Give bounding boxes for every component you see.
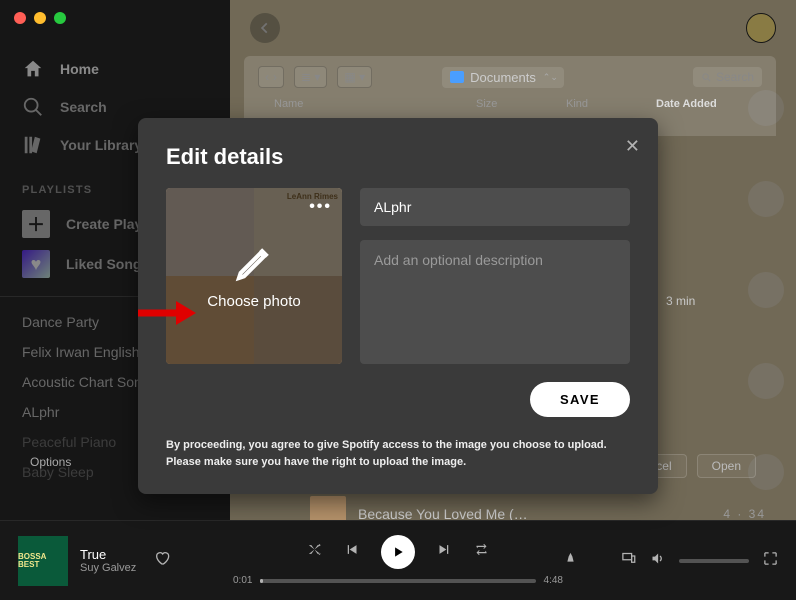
col-date-added[interactable]: Date Added (656, 98, 746, 110)
player-bar: BOSSA BEST True Suy Galvez 0:01 4:48 (0, 520, 796, 600)
devices-button[interactable] (621, 551, 636, 571)
close-icon[interactable]: ✕ (625, 136, 640, 157)
playlist-description-input[interactable] (360, 240, 630, 364)
folder-icon (450, 71, 464, 83)
playback-controls: 0:01 4:48 (233, 535, 563, 586)
repeat-button[interactable] (474, 542, 489, 562)
search-placeholder: Search (716, 70, 754, 84)
now-playing-artist[interactable]: Suy Galvez (80, 562, 136, 574)
playlist-name-input[interactable] (360, 188, 630, 226)
track-duration: 4 · 34 (723, 507, 766, 521)
now-playing-title[interactable]: True (80, 547, 136, 562)
duration-hint: 3 min (666, 294, 695, 308)
open-button[interactable]: Open (697, 454, 756, 478)
folder-select[interactable]: Documents ⌃⌄ (442, 67, 564, 88)
volume-slider[interactable] (679, 559, 749, 563)
next-button[interactable] (437, 542, 452, 562)
col-kind[interactable]: Kind (566, 98, 646, 110)
player-options (563, 551, 778, 571)
playlist-cover[interactable]: ••• Choose photo (166, 188, 342, 364)
col-name[interactable]: Name (274, 98, 466, 110)
choose-photo-label: Choose photo (207, 293, 300, 310)
file-search-input[interactable]: Search (693, 67, 762, 87)
volume-button[interactable] (650, 551, 665, 571)
close-window-icon[interactable] (14, 12, 26, 24)
view-grid-dropdown[interactable]: ▦ ▾ (337, 66, 372, 88)
maximize-window-icon[interactable] (54, 12, 66, 24)
window-controls (14, 12, 66, 24)
folder-label: Documents (470, 70, 536, 85)
progress-bar[interactable]: 0:01 4:48 (233, 575, 563, 586)
fullscreen-button[interactable] (763, 551, 778, 571)
chevron-up-down-icon: ⌃⌄ (543, 72, 558, 83)
cover-hover-overlay: ••• Choose photo (166, 188, 342, 364)
time-elapsed: 0:01 (233, 575, 252, 586)
view-list-dropdown[interactable]: ≣ ▾ (294, 66, 327, 88)
legal-text: By proceeding, you agree to give Spotify… (166, 437, 630, 470)
now-playing-artwork[interactable]: BOSSA BEST (18, 536, 68, 586)
save-button[interactable]: SAVE (530, 382, 630, 417)
edit-details-modal: ✕ Edit details ••• Choose photo SAVE By … (138, 118, 658, 494)
cover-options-icon[interactable]: ••• (309, 198, 332, 216)
minimize-window-icon[interactable] (34, 12, 46, 24)
file-list-header: Name Size Kind Date Added (244, 98, 776, 110)
time-total: 4:48 (544, 575, 563, 586)
pencil-icon (234, 243, 274, 283)
previous-button[interactable] (344, 542, 359, 562)
annotation-arrow-icon (136, 298, 198, 333)
nav-back-forward[interactable]: ‹› (258, 66, 284, 88)
options-link[interactable]: Options (30, 455, 71, 469)
shuffle-button[interactable] (307, 542, 322, 562)
like-button[interactable] (154, 550, 170, 571)
modal-title: Edit details (166, 144, 630, 170)
play-button[interactable] (381, 535, 415, 569)
queue-button[interactable] (592, 551, 607, 571)
lyrics-button[interactable] (563, 551, 578, 571)
col-size[interactable]: Size (476, 98, 556, 110)
